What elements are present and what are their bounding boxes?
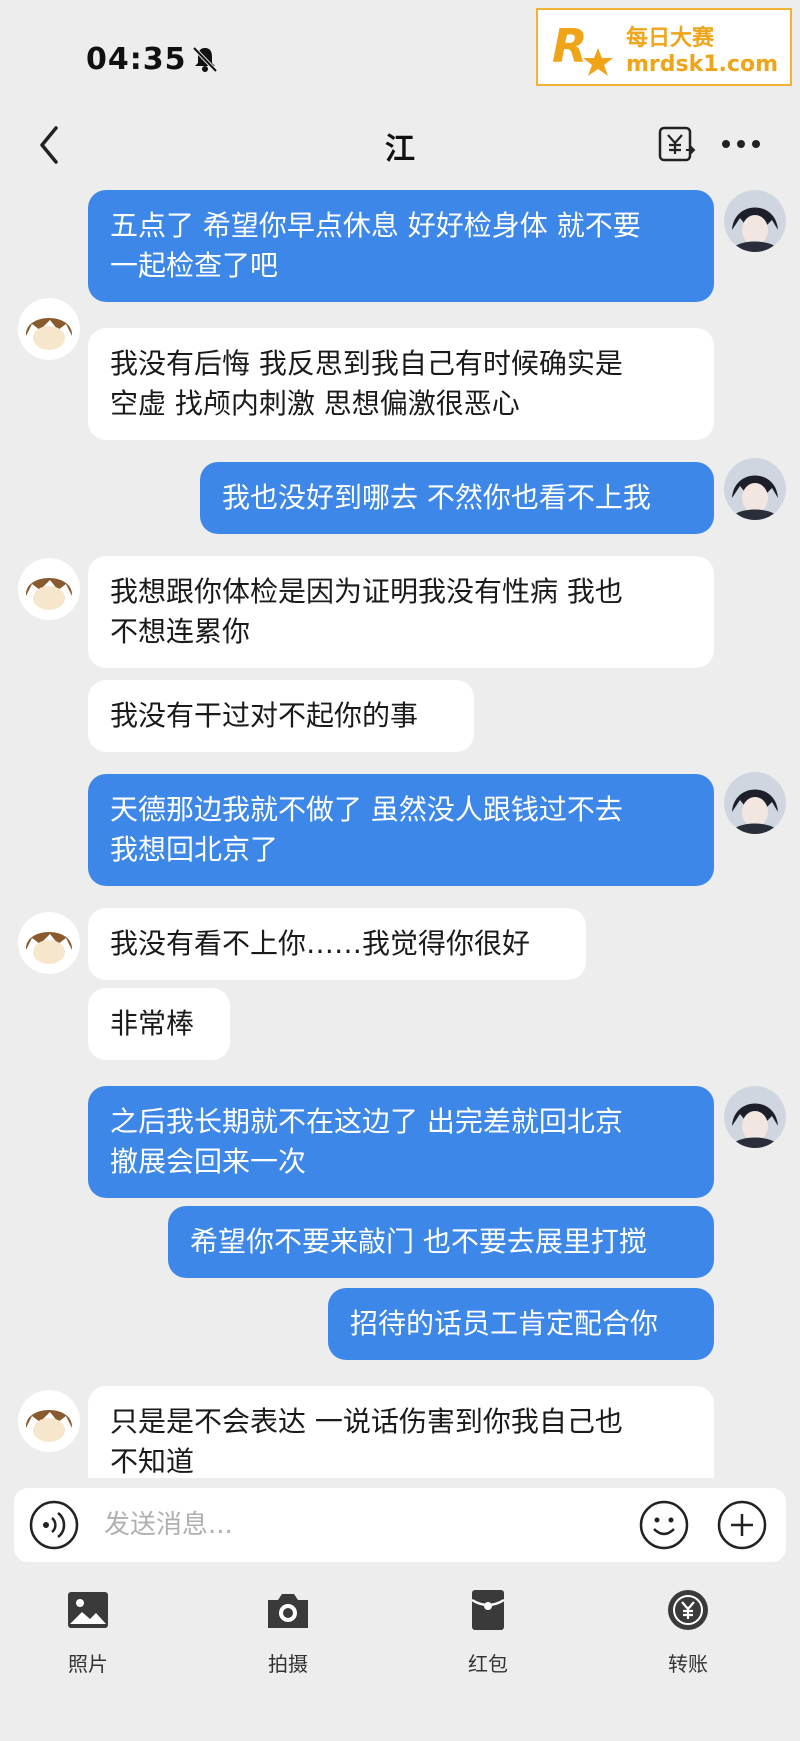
camera-button[interactable]: 拍摄 (238, 1586, 338, 1686)
message-bubble-incoming[interactable]: 我没有看不上你……我觉得你很好 (88, 908, 586, 980)
watermark-domain: mrdsk1.com (626, 52, 778, 77)
my-avatar[interactable] (724, 772, 786, 834)
camera-icon (268, 1594, 308, 1628)
contact-avatar[interactable] (18, 558, 80, 620)
message-bubble-outgoing[interactable]: 招待的话员工肯定配合你 (328, 1288, 714, 1360)
transfer-label: 转账 (668, 1652, 708, 1676)
photo-icon (68, 1592, 108, 1628)
photo-button[interactable]: 照片 (38, 1586, 138, 1686)
svg-text:R: R (552, 19, 587, 73)
transfer-yuan-icon[interactable] (656, 124, 696, 164)
message-list[interactable]: 五点了 希望你早点休息 好好检身体 就不要 一起检查了吧 我没有后悔 我反思到我… (0, 180, 800, 1478)
red-envelope-button[interactable]: 红包 (438, 1586, 538, 1686)
status-bar: 04:35 R 每日大赛 mrdsk1.com (0, 0, 800, 110)
message-bubble-outgoing[interactable]: 希望你不要来敲门 也不要去展里打搅 (168, 1206, 714, 1278)
contact-avatar[interactable] (18, 298, 80, 360)
transfer-button[interactable]: 转账 (638, 1586, 738, 1686)
emoji-icon[interactable] (638, 1499, 690, 1551)
contact-avatar[interactable] (18, 912, 80, 974)
message-bubble-outgoing[interactable]: 天德那边我就不做了 虽然没人跟钱过不去 我想回北京了 (88, 774, 714, 886)
transfer-icon (668, 1590, 708, 1630)
message-bubble-outgoing[interactable]: 之后我长期就不在这边了 出完差就回北京 撤展会回来一次 (88, 1086, 714, 1198)
contact-avatar[interactable] (18, 1390, 80, 1452)
message-bubble-incoming[interactable]: 非常棒 (88, 988, 230, 1060)
plus-icon[interactable] (716, 1499, 768, 1551)
my-avatar[interactable] (724, 190, 786, 252)
message-input-bar (14, 1488, 786, 1562)
message-input[interactable] (104, 1502, 624, 1548)
message-bubble-outgoing[interactable]: 我也没好到哪去 不然你也看不上我 (200, 462, 714, 534)
message-bubble-incoming[interactable]: 我没有干过对不起你的事 (88, 680, 474, 752)
message-bubble-incoming[interactable]: 只是是不会表达 一说话伤害到你我自己也 不知道 (88, 1386, 714, 1478)
bell-muted-icon (192, 46, 218, 73)
watermark-logo-icon: R (552, 19, 613, 76)
watermark-title: 每日大赛 (626, 26, 715, 51)
status-time: 04:35 (86, 42, 187, 77)
red-envelope-label: 红包 (468, 1652, 508, 1676)
photo-label: 照片 (68, 1652, 108, 1676)
my-avatar[interactable] (724, 458, 786, 520)
watermark-badge: R 每日大赛 mrdsk1.com (536, 8, 792, 86)
camera-label: 拍摄 (268, 1652, 308, 1676)
message-bubble-incoming[interactable]: 我想跟你体检是因为证明我没有性病 我也 不想连累你 (88, 556, 714, 668)
my-avatar[interactable] (724, 1086, 786, 1148)
more-options-icon[interactable] (716, 124, 766, 164)
chat-header: 江 (0, 110, 800, 180)
message-bubble-outgoing[interactable]: 五点了 希望你早点休息 好好检身体 就不要 一起检查了吧 (88, 190, 714, 302)
message-bubble-incoming[interactable]: 我没有后悔 我反思到我自己有时候确实是 空虚 找颅内刺激 思想偏激很恶心 (88, 328, 714, 440)
voice-icon[interactable] (28, 1499, 80, 1551)
attachment-toolbar: 照片 拍摄 红包 转账 (0, 1570, 800, 1741)
red-envelope-icon (471, 1590, 505, 1630)
